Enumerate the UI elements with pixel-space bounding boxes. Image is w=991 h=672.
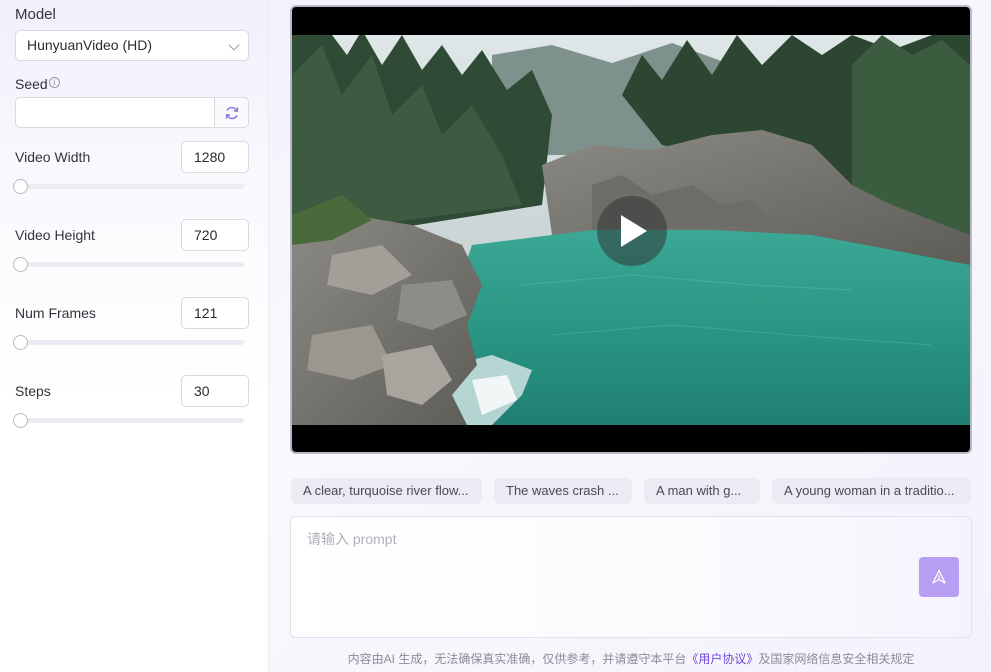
disclaimer-text-end: 及国家网络信息安全相关规定 [758,652,915,666]
model-select-value: HunyuanVideo (HD) [27,37,153,53]
send-button[interactable] [919,557,959,597]
num-frames-label: Num Frames [15,305,96,321]
steps-slider-thumb[interactable] [13,413,28,428]
play-icon [621,215,647,247]
prompt-container [290,516,972,638]
prompt-input[interactable] [307,529,907,619]
suggestion-chip-1[interactable]: A clear, turquoise river flow... [291,478,482,504]
video-width-input[interactable]: 1280 [181,141,249,173]
video-height-label: Video Height [15,227,95,243]
disclaimer-text: 内容由AI 生成，无法确保真实准确，仅供参考，并请遵守本平台 [347,652,687,666]
send-icon [932,569,946,584]
info-icon[interactable]: i [48,77,60,88]
seed-label-wrap: Seed i [15,76,60,92]
random-seed-button[interactable] [214,97,249,128]
video-width-label: Video Width [15,149,91,165]
play-button[interactable] [597,196,667,266]
num-frames-slider[interactable] [13,335,244,350]
video-height-slider-thumb[interactable] [13,257,28,272]
user-agreement-link[interactable]: 《用户协议》 [686,652,758,666]
seed-label: Seed [15,76,48,92]
model-label: Model [15,6,56,23]
video-player[interactable] [290,5,972,454]
steps-input[interactable]: 30 [181,375,249,407]
video-height-slider[interactable] [13,257,244,272]
num-frames-input[interactable]: 121 [181,297,249,329]
refresh-icon [225,106,239,120]
video-width-slider[interactable] [13,179,244,194]
seed-input[interactable] [15,97,215,128]
model-select[interactable]: HunyuanVideo (HD) [15,30,249,61]
suggestion-chip-2[interactable]: The waves crash ... [494,478,632,504]
suggestion-chip-4[interactable]: A young woman in a traditio... [772,478,971,504]
steps-label: Steps [15,383,51,399]
video-height-input[interactable]: 720 [181,219,249,251]
chevron-down-icon [228,39,240,51]
video-width-slider-thumb[interactable] [13,179,28,194]
num-frames-slider-thumb[interactable] [13,335,28,350]
disclaimer-footer: 内容由AI 生成，无法确保真实准确，仅供参考，并请遵守本平台《用户协议》及国家网… [290,650,972,667]
steps-slider[interactable] [13,413,244,428]
suggestion-chip-3[interactable]: A man with g... [644,478,760,504]
settings-panel: Model HunyuanVideo (HD) Seed i Video Widt… [0,0,269,672]
